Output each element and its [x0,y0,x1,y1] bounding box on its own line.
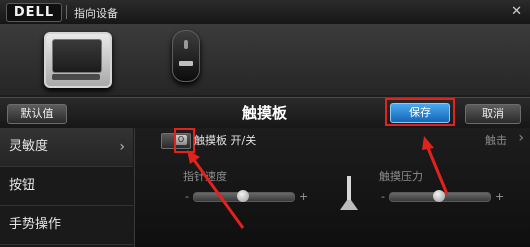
touch-pressure-plus: + [495,190,505,203]
default-button[interactable]: 默认值 [7,104,67,124]
dell-logo: DELL [6,3,62,22]
mouse-device-icon[interactable] [172,30,200,82]
chevron-right-icon[interactable]: › [518,130,524,146]
pointer-speed-minus: - [185,190,189,203]
pointing-device-window: DELL 指向设备 ✕ 默认值 触摸板 保存 取消 灵敏度 › 按钮 手势操作 [0,0,530,247]
sidebar-item-label: 手势操作 [9,217,62,232]
sidebar-item-sensitivity[interactable]: 灵敏度 › [0,128,133,167]
toggle-highlight-box [174,128,195,153]
main-panel: O 触摸板 开/关 触击 › 指针速度 - + 触摸压力 - + [135,128,530,247]
touch-pressure-label: 触摸压力 [379,170,423,183]
pointer-icon [340,176,358,210]
touchpad-toggle-label: 触摸板 开/关 [194,134,257,147]
tap-link[interactable]: 触击 [485,132,507,148]
sidebar-item-buttons[interactable]: 按钮 [0,167,133,206]
close-icon[interactable]: ✕ [511,4,522,19]
touchpad-device-icon[interactable] [44,32,112,88]
mouse-logo [179,61,193,66]
mouse-wheel [184,40,188,49]
cancel-button[interactable]: 取消 [465,104,521,124]
touchpad-surface [52,39,102,73]
window-title: 指向设备 [74,7,118,20]
sidebar: 灵敏度 › 按钮 手势操作 [0,128,135,247]
pointer-speed-label: 指针速度 [183,170,227,183]
pointer-speed-plus: + [299,190,309,203]
save-highlight-box [385,98,455,126]
sidebar-item-gestures[interactable]: 手势操作 [0,206,133,245]
pointer-speed-knob[interactable] [237,190,249,202]
sidebar-item-label: 灵敏度 [9,139,49,154]
title-divider [66,5,67,19]
title-bar: DELL 指向设备 ✕ [0,0,530,25]
touch-pressure-knob[interactable] [433,190,445,202]
touch-pressure-minus: - [381,190,385,203]
touchpad-buttons [52,74,100,80]
page-title: 触摸板 [242,104,288,122]
device-selector [0,25,530,95]
sidebar-item-label: 按钮 [9,178,36,193]
chevron-right-icon: › [119,139,125,155]
